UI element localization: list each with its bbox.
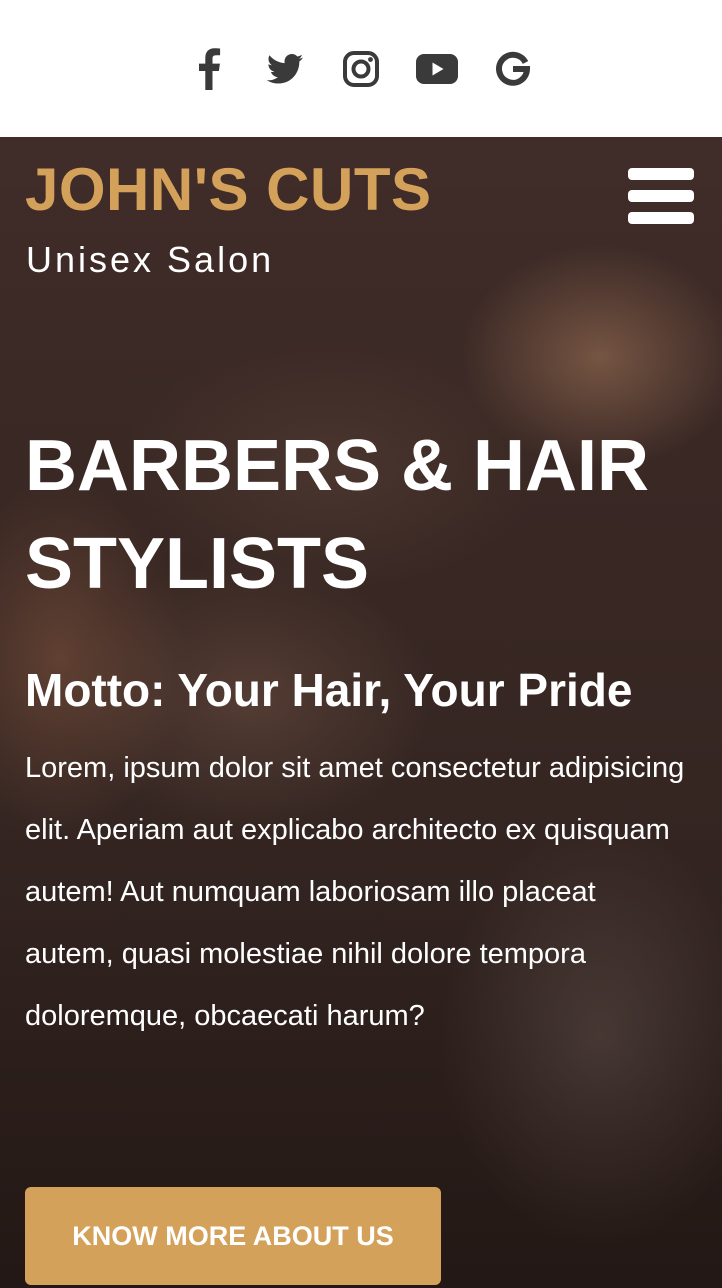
brand-subtitle: Unisex Salon — [26, 239, 275, 280]
brand-title[interactable]: JOHN'S CUTS — [25, 155, 432, 225]
instagram-icon[interactable] — [323, 39, 399, 99]
twitter-icon[interactable] — [247, 39, 323, 99]
facebook-icon[interactable] — [171, 39, 247, 99]
know-more-button[interactable]: KNOW MORE ABOUT US — [25, 1187, 441, 1285]
hero-motto: Motto: Your Hair, Your Pride — [25, 664, 633, 716]
social-bar — [0, 0, 722, 137]
hamburger-menu-icon[interactable] — [628, 168, 694, 224]
social-links — [171, 39, 551, 99]
hero-headline: BARBERS & HAIR STYLISTS — [25, 426, 650, 604]
google-icon[interactable] — [475, 39, 551, 99]
hero-body-text: Lorem, ipsum dolor sit amet consectetur … — [25, 752, 685, 1032]
hero-section: JOHN'S CUTS Unisex Salon BARBERS & HAIR … — [0, 137, 722, 1288]
youtube-icon[interactable] — [399, 39, 475, 99]
